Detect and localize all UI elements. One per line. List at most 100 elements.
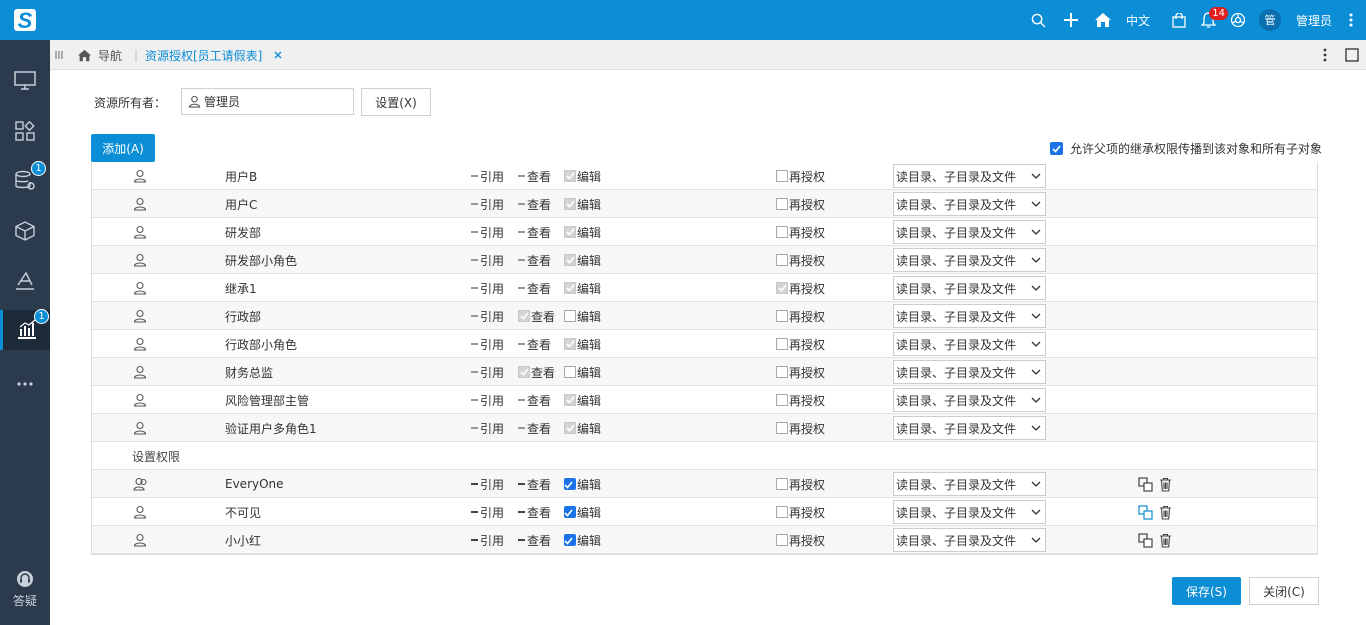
perm-regrant[interactable]: 再授权 (776, 414, 825, 442)
sidebar-help[interactable]: 答疑 (0, 570, 50, 609)
inherit-permission-option[interactable]: 允许父项的继承权限传播到该对象和所有子对象 (1049, 140, 1322, 157)
sidebar-item-design[interactable] (0, 262, 50, 302)
language-switch[interactable]: 中文 (1126, 0, 1150, 40)
perm-regrant[interactable]: 再授权 (776, 470, 825, 498)
regrant-checkbox[interactable] (776, 506, 788, 518)
perm-regrant[interactable]: 再授权 (776, 386, 825, 414)
perm-edit[interactable]: 编辑 (564, 470, 601, 498)
copy-icon[interactable] (1138, 504, 1153, 520)
scope-select[interactable]: 读目录、子目录及文件 (893, 500, 1046, 524)
scope-select[interactable]: 读目录、子目录及文件 (893, 360, 1046, 384)
scope-select[interactable]: 读目录、子目录及文件 (893, 416, 1046, 440)
scope-select[interactable]: 读目录、子目录及文件 (893, 164, 1046, 188)
edit-checkbox[interactable] (564, 310, 576, 322)
tab-resource-auth[interactable]: 资源授权[员工请假表] (145, 40, 262, 70)
copy-icon[interactable] (1138, 532, 1153, 548)
sidebar-item-monitor[interactable] (0, 62, 50, 102)
regrant-checkbox[interactable] (776, 198, 788, 210)
edit-checkbox[interactable] (564, 506, 576, 518)
perm-view[interactable]: 查看 (518, 498, 551, 526)
regrant-checkbox (776, 282, 788, 294)
user-icon (188, 95, 201, 108)
perm-regrant[interactable]: 再授权 (776, 218, 825, 246)
regrant-checkbox[interactable] (776, 422, 788, 434)
perm-ref[interactable]: 引用 (471, 470, 504, 498)
scope-select[interactable]: 读目录、子目录及文件 (893, 248, 1046, 272)
regrant-checkbox[interactable] (776, 338, 788, 350)
set-owner-button[interactable]: 设置(X) (361, 88, 431, 116)
save-button[interactable]: 保存(S) (1172, 577, 1241, 605)
edit-checkbox[interactable] (564, 534, 576, 546)
perm-edit[interactable]: 编辑 (564, 526, 601, 554)
perm-ref: 引用 (471, 218, 504, 246)
section-header-row: 设置权限 (92, 442, 1317, 470)
regrant-checkbox[interactable] (776, 254, 788, 266)
tabs-menu-icon[interactable] (55, 40, 63, 70)
user-name[interactable]: 管理员 (1296, 0, 1332, 40)
more-vertical-icon[interactable] (1336, 0, 1366, 40)
regrant-checkbox[interactable] (776, 226, 788, 238)
home-icon[interactable] (1088, 0, 1118, 40)
user-avatar[interactable]: 管 (1252, 0, 1288, 40)
sidebar-item-model[interactable] (0, 212, 50, 252)
perm-view: 查看 (518, 414, 551, 442)
add-button[interactable]: 添加(A) (91, 134, 155, 162)
scope-select[interactable]: 读目录、子目录及文件 (893, 304, 1046, 328)
copy-icon[interactable] (1138, 476, 1153, 492)
regrant-checkbox[interactable] (776, 534, 788, 546)
perm-regrant[interactable]: 再授权 (776, 274, 825, 302)
perm-edit[interactable]: 编辑 (564, 498, 601, 526)
edit-checkbox[interactable] (564, 366, 576, 378)
regrant-checkbox[interactable] (776, 478, 788, 490)
perm-regrant[interactable]: 再授权 (776, 246, 825, 274)
perm-regrant[interactable]: 再授权 (776, 526, 825, 554)
principal-name: 用户C (225, 197, 258, 212)
regrant-checkbox[interactable] (776, 394, 788, 406)
scope-select[interactable]: 读目录、子目录及文件 (893, 528, 1046, 552)
perm-ref: 引用 (471, 386, 504, 414)
perm-regrant[interactable]: 再授权 (776, 330, 825, 358)
perm-regrant[interactable]: 再授权 (776, 498, 825, 526)
regrant-checkbox[interactable] (776, 170, 788, 182)
perm-regrant[interactable]: 再授权 (776, 302, 825, 330)
theme-icon[interactable] (1224, 0, 1252, 40)
tab-close-icon[interactable] (274, 40, 282, 70)
perm-regrant[interactable]: 再授权 (776, 190, 825, 218)
inherit-checkbox[interactable] (1049, 142, 1063, 155)
shopping-bag-icon[interactable] (1164, 0, 1194, 40)
perm-view: 查看 (518, 330, 551, 358)
owner-field[interactable]: 管理员 (181, 88, 354, 115)
sidebar-item-more[interactable] (0, 362, 50, 402)
close-button[interactable]: 关闭(C) (1249, 577, 1319, 605)
scope-select[interactable]: 读目录、子目录及文件 (893, 192, 1046, 216)
perm-ref[interactable]: 引用 (471, 526, 504, 554)
delete-icon[interactable] (1159, 533, 1172, 548)
perm-ref: 引用 (471, 358, 504, 386)
perm-regrant[interactable]: 再授权 (776, 162, 825, 190)
notification-bell-icon[interactable]: 14 (1194, 0, 1228, 40)
perm-view[interactable]: 查看 (518, 526, 551, 554)
tabs-more-icon[interactable] (1323, 40, 1327, 70)
scope-select[interactable]: 读目录、子目录及文件 (893, 220, 1046, 244)
sidebar-item-apps[interactable] (0, 112, 50, 152)
scope-select[interactable]: 读目录、子目录及文件 (893, 332, 1046, 356)
perm-regrant[interactable]: 再授权 (776, 358, 825, 386)
delete-icon[interactable] (1159, 477, 1172, 492)
perm-ref: 引用 (471, 414, 504, 442)
sidebar-item-analysis[interactable]: 1 (0, 309, 50, 350)
maximize-icon[interactable] (1345, 40, 1359, 70)
regrant-checkbox[interactable] (776, 310, 788, 322)
scope-select[interactable]: 读目录、子目录及文件 (893, 388, 1046, 412)
search-icon[interactable] (1024, 0, 1054, 40)
scope-select[interactable]: 读目录、子目录及文件 (893, 276, 1046, 300)
tab-nav[interactable]: 导航 (77, 40, 122, 70)
perm-view[interactable]: 查看 (518, 470, 551, 498)
add-icon[interactable] (1054, 0, 1088, 40)
app-logo[interactable]: S (0, 0, 50, 40)
delete-icon[interactable] (1159, 505, 1172, 520)
edit-checkbox[interactable] (564, 478, 576, 490)
perm-ref[interactable]: 引用 (471, 498, 504, 526)
sidebar-item-data[interactable]: 1 (0, 161, 50, 202)
scope-select[interactable]: 读目录、子目录及文件 (893, 472, 1046, 496)
regrant-checkbox[interactable] (776, 366, 788, 378)
